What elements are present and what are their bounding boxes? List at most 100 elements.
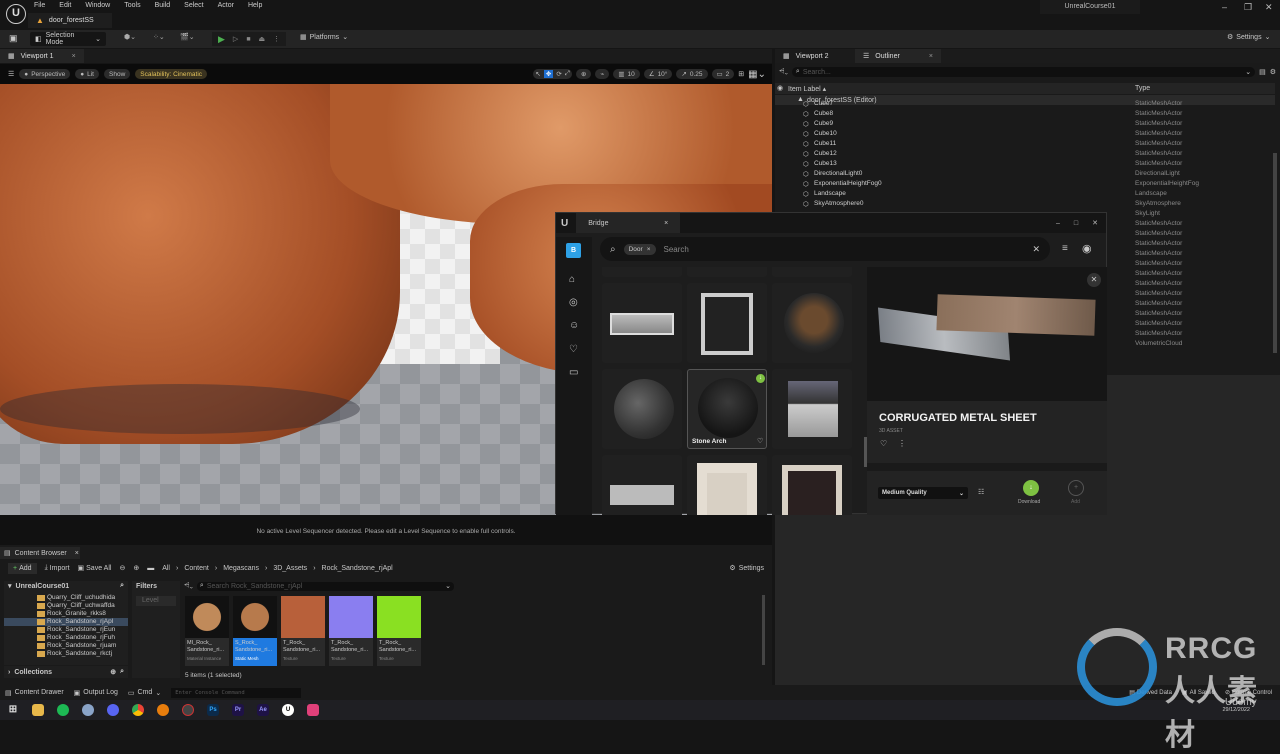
scale-icon[interactable]: ⤢ <box>565 70 570 78</box>
filter-icon[interactable]: ⩤⌄ <box>779 68 788 76</box>
filter-icon[interactable]: ≡ <box>1062 243 1068 254</box>
maximize-icon[interactable]: ❐ <box>1244 2 1252 13</box>
close-icon[interactable]: × <box>75 550 79 557</box>
outliner-row[interactable]: ⬡ Cube10 StaticMeshActor <box>775 130 1280 140</box>
after-effects-icon[interactable]: Ae <box>257 704 269 716</box>
home-icon[interactable]: ⌂ <box>569 274 575 285</box>
windows-start-icon[interactable]: ⊞ <box>7 704 19 716</box>
close-icon[interactable]: × <box>664 220 668 227</box>
outliner-row[interactable]: ⬡ SkyAtmosphere0 SkyAtmosphere <box>775 200 1280 210</box>
platforms-button[interactable]: ▦ Platforms ⌄ <box>300 33 348 42</box>
breadcrumb-item[interactable]: Megascans <box>223 565 259 572</box>
asset-card-stone-arch[interactable]: ↓ Stone Arch ♡ <box>687 369 767 449</box>
col-type[interactable]: Type <box>1135 85 1150 92</box>
tab-content-browser[interactable]: ▤ Content Browser × <box>0 547 80 559</box>
stop-icon[interactable]: ■ <box>246 36 250 43</box>
filter-chip[interactable]: Door × <box>623 243 656 255</box>
outliner-search-input[interactable]: ⌕ Search... ⌄ <box>791 67 1256 77</box>
blueprint-icon[interactable]: ⁘⌄ <box>153 33 165 41</box>
outliner-row[interactable]: ⬡ Landscape Landscape <box>775 190 1280 200</box>
account-icon[interactable]: ◉ <box>1082 242 1092 255</box>
folder-item[interactable]: Rock_Sandstone_rjEun <box>4 626 128 634</box>
quality-select[interactable]: Medium Quality ⌄ <box>878 487 968 499</box>
breadcrumb-item[interactable]: 3D_Assets <box>273 565 307 572</box>
gear-icon[interactable]: ⚙ <box>1270 68 1276 76</box>
cmd-button[interactable]: ▭ Cmd ⌄ <box>128 689 161 697</box>
heart-icon[interactable]: ♡ <box>757 437 763 445</box>
folder-item[interactable]: Rock_Sandstone_rjuam <box>4 642 128 650</box>
menu-edit[interactable]: Edit <box>59 2 71 9</box>
add-button[interactable]: + <box>1068 480 1084 496</box>
asset-search-input[interactable]: ⌕ Search Rock_Sandstone_rjApl ⌄ <box>196 581 454 591</box>
select-icon[interactable]: ↖ <box>535 70 540 78</box>
level-tab[interactable]: ▲ door_forestSS <box>28 13 112 28</box>
scalability-button[interactable]: Scalability: Cinematic <box>135 69 208 79</box>
breadcrumb-item[interactable]: All <box>162 565 170 572</box>
asset-card[interactable] <box>772 283 852 363</box>
close-icon[interactable]: ✕ <box>1092 219 1098 227</box>
visibility-icon[interactable]: ◉ <box>777 84 783 92</box>
outliner-row[interactable]: ⬡ Cube11 StaticMeshActor <box>775 140 1280 150</box>
spotify-icon[interactable] <box>57 704 69 716</box>
clear-icon[interactable]: ✕ <box>1032 244 1040 255</box>
menu-select[interactable]: Select <box>184 2 203 9</box>
menu-file[interactable]: File <box>34 2 45 9</box>
discord-icon[interactable] <box>107 704 119 716</box>
asset-card[interactable] <box>772 455 852 515</box>
close-icon[interactable]: ✕ <box>1265 2 1273 13</box>
bridge-tab[interactable]: Bridge × <box>576 213 681 233</box>
outliner-row[interactable]: ⬡ Cube12 StaticMeshActor <box>775 150 1280 160</box>
outliner-row[interactable]: ⬡ ExponentialHeightFog0 ExponentialHeightF… <box>775 180 1280 190</box>
outliner-row[interactable]: ⬡ Cube7 StaticMeshActor <box>775 100 1280 110</box>
asset-card[interactable] <box>602 267 682 277</box>
menu-help[interactable]: Help <box>248 2 262 9</box>
folder-item[interactable]: Rock_Granite_rkks8 <box>4 610 128 618</box>
file-explorer-icon[interactable] <box>32 704 44 716</box>
menu-window[interactable]: Window <box>85 2 110 9</box>
outliner-row[interactable]: ⬡ Cube13 StaticMeshActor <box>775 160 1280 170</box>
col-item-label[interactable]: Item Label ▴ <box>788 85 826 93</box>
tab-viewport-2[interactable]: ▦ Viewport 2 <box>775 49 845 63</box>
play-icon[interactable]: ▶ <box>218 34 225 45</box>
outliner-row[interactable]: ⬡ DirectionalLight0 DirectionalLight <box>775 170 1280 180</box>
folder-item[interactable]: Rock_Sandstone_rjFuh <box>4 634 128 642</box>
filter-icon[interactable]: ⩤⌄ <box>184 582 193 590</box>
collections-row[interactable]: › Collections ⊕ ⌕ <box>4 666 128 678</box>
cb-scrollbar[interactable] <box>762 595 765 665</box>
filter-level[interactable]: Level <box>136 596 176 606</box>
asset-card[interactable] <box>602 455 682 515</box>
asset-tile[interactable]: MI_Rock_ Sandstone_ri... Material Instanc… <box>185 596 229 666</box>
app-icon[interactable] <box>307 704 319 716</box>
folder-item[interactable]: Quarry_Cliff_uchudhida <box>4 594 128 602</box>
close-icon[interactable]: ✕ <box>1087 273 1101 287</box>
settings-button[interactable]: ⚙ Settings ⌄ <box>1227 33 1270 42</box>
asset-tile[interactable]: T_Rock_ Sandstone_ri... Texture <box>281 596 325 666</box>
asset-card[interactable] <box>602 369 682 449</box>
sliders-icon[interactable]: ☷ <box>978 488 984 496</box>
grid-snap-button[interactable]: ▥ 10 <box>613 69 640 79</box>
asset-card[interactable] <box>772 267 852 277</box>
move-icon[interactable]: ✥ <box>543 70 554 78</box>
user-icon[interactable]: ☺ <box>569 320 579 331</box>
hamburger-icon[interactable]: ☰ <box>8 70 14 78</box>
eject-icon[interactable]: ⏏ <box>259 35 266 43</box>
tree-root[interactable]: ▾ UnrealCourse01 ⌕ <box>4 581 128 591</box>
download-button[interactable]: ↓ <box>1023 480 1039 496</box>
folder-item[interactable]: Quarry_Cliff_uchwaffda <box>4 602 128 610</box>
asset-card[interactable] <box>687 283 767 363</box>
import-button[interactable]: ⤓ Import <box>45 564 70 572</box>
heart-icon[interactable]: ♡ <box>880 439 887 448</box>
blender-icon[interactable] <box>157 704 169 716</box>
tab-outliner[interactable]: ☰ Outliner × <box>855 49 941 63</box>
globe-icon[interactable]: ◎ <box>569 297 578 308</box>
folder-item-selected[interactable]: Rock_Sandstone_rjApl <box>4 618 128 626</box>
maximize-viewport-icon[interactable]: ⊞ <box>738 70 744 78</box>
lit-button[interactable]: ● Lit <box>75 69 99 79</box>
rotation-snap-button[interactable]: ∠ 10° <box>643 69 673 79</box>
show-button[interactable]: Show <box>104 69 131 79</box>
outliner-scrollbar[interactable] <box>1273 153 1277 353</box>
asset-tile[interactable]: S_Rock_ Sandstone_ri... Static Mesh <box>233 596 277 666</box>
close-icon[interactable]: × <box>72 53 76 60</box>
rotate-icon[interactable]: ⟳ <box>556 70 561 78</box>
forward-icon[interactable]: ⊕ <box>133 564 139 572</box>
